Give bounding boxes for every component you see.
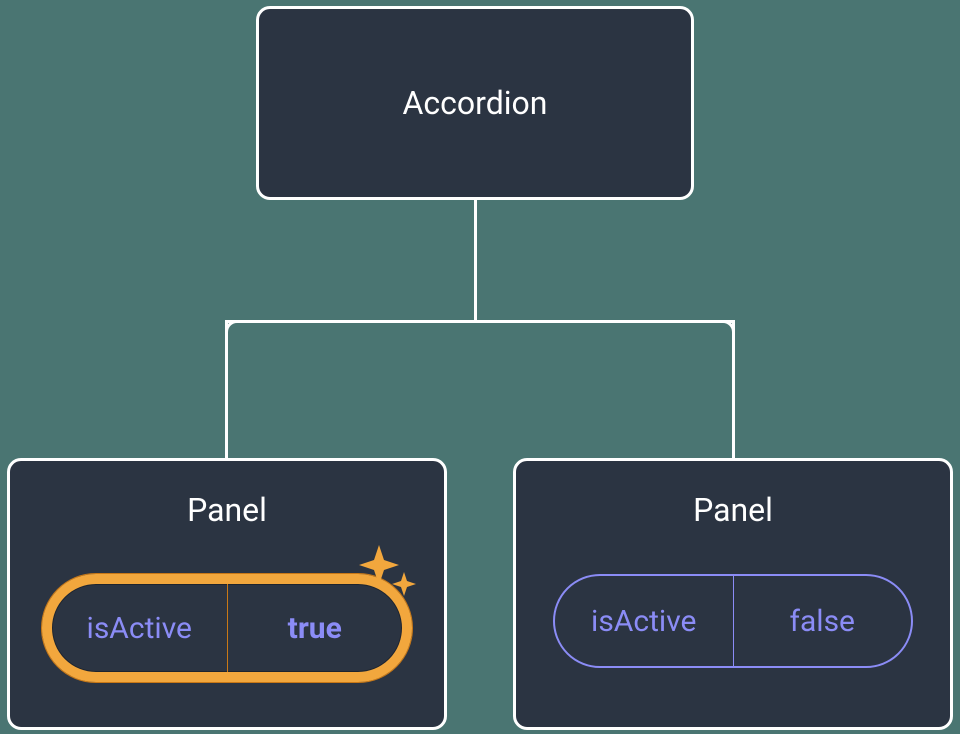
panel-label: Panel [693,491,773,529]
connector-corner-left [225,320,245,340]
state-pill-inactive: isActive false [553,574,913,668]
sparkle-icon [354,540,424,614]
accordion-label: Accordion [403,84,548,122]
state-pill-active: isActive true [42,574,412,682]
connector-right [732,320,735,460]
prop-name: isActive [555,576,734,666]
panel-node-left: Panel isActive true [7,458,447,730]
panel-node-right: Panel isActive false [513,458,953,730]
panel-label: Panel [187,491,267,529]
connector-left [225,320,228,460]
connector-horizontal [225,320,735,323]
connector-vertical [474,200,477,320]
accordion-node: Accordion [256,6,694,200]
prop-name: isActive [52,584,228,672]
prop-value: false [734,576,912,666]
